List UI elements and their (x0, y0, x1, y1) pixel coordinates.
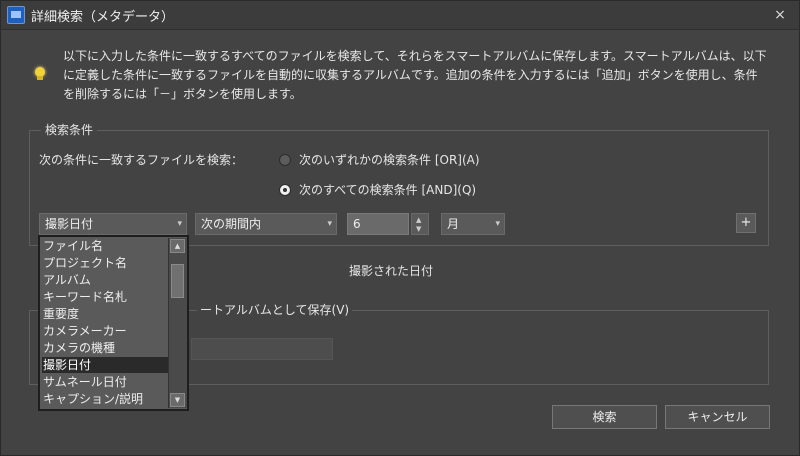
scroll-up-icon[interactable]: ▲ (170, 239, 185, 253)
spin-up-icon[interactable]: ▲ (416, 216, 421, 224)
operator-select-value: 次の期間内 (201, 217, 262, 231)
title-bar: 詳細検索（メタデータ） × (1, 1, 799, 30)
scrollbar-thumb[interactable] (171, 264, 184, 298)
add-criteria-button[interactable]: + (736, 213, 756, 233)
criteria-group-label: 検索条件 (41, 121, 98, 138)
dropdown-item[interactable]: ファイル名 (42, 238, 169, 254)
dropdown-item[interactable]: キャプション/説明 (42, 391, 169, 407)
dropdown-item[interactable]: プロジェクト名 (42, 255, 169, 271)
radio-or-label[interactable]: 次のいずれかの検索条件 [OR](A) (299, 151, 480, 168)
spin-down-icon[interactable]: ▼ (416, 225, 421, 233)
dropdown-item[interactable]: キーワード名札 (42, 289, 169, 305)
chevron-down-icon: ▾ (495, 219, 500, 229)
dropdown-item[interactable]: カメラメーカー (42, 323, 169, 339)
dropdown-item[interactable]: アルバム (42, 272, 169, 288)
number-input[interactable]: 6 (347, 213, 409, 235)
description-text: 以下に入力した条件に一致するすべてのファイルを検索して、それらをスマートアルバム… (63, 49, 767, 101)
dropdown-item[interactable]: サムネール日付 (42, 374, 169, 390)
close-icon[interactable]: × (771, 6, 789, 24)
dropdown-item[interactable]: 重要度 (42, 306, 169, 322)
chevron-down-icon: ▾ (177, 219, 182, 229)
dropdown-scrollbar[interactable]: ▲ ▼ (168, 238, 187, 408)
app-icon (7, 6, 25, 24)
field-select-value: 撮影日付 (45, 217, 94, 231)
dropdown-item[interactable]: カメラの機種 (42, 340, 169, 356)
field-dropdown-list: ファイル名 プロジェクト名 アルバム キーワード名札 重要度 カメラメーカー カ… (38, 235, 189, 411)
search-button[interactable]: 検索 (552, 405, 657, 429)
advanced-search-dialog: 詳細検索（メタデータ） × 以下に入力した条件に一致するすべてのファイルを検索し… (0, 0, 800, 456)
window-title: 詳細検索（メタデータ） (31, 10, 175, 25)
album-name-input[interactable] (191, 338, 333, 360)
radio-or[interactable] (279, 154, 291, 166)
save-group-label[interactable]: ートアルバムとして保存(V) (197, 301, 353, 318)
unit-select[interactable]: 月 ▾ (441, 213, 505, 235)
scroll-down-icon[interactable]: ▼ (170, 393, 185, 407)
lightbulb-icon (33, 67, 47, 81)
cancel-button[interactable]: キャンセル (665, 405, 770, 429)
number-spinner[interactable]: ▲ ▼ (411, 213, 429, 235)
chevron-down-icon: ▾ (327, 219, 332, 229)
radio-and[interactable] (279, 184, 291, 196)
radio-and-label[interactable]: 次のすべての検索条件 [AND](Q) (299, 181, 476, 198)
match-label: 次の条件に一致するファイルを検索： (39, 153, 244, 167)
date-caption: 撮影された日付 (349, 264, 434, 278)
field-select[interactable]: 撮影日付 ▾ (39, 213, 187, 235)
unit-select-value: 月 (447, 217, 460, 231)
operator-select[interactable]: 次の期間内 ▾ (195, 213, 337, 235)
dropdown-item-selected[interactable]: 撮影日付 (42, 357, 169, 373)
